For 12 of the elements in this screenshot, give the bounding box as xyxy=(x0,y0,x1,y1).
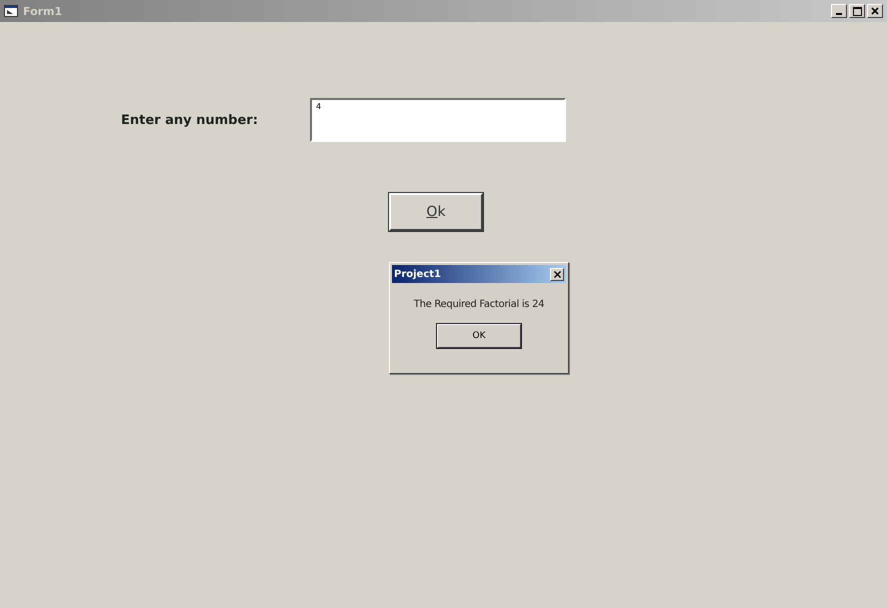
window-title: Form1 xyxy=(23,4,62,18)
close-icon xyxy=(871,7,879,15)
message-text: The Required Factorial is 24 xyxy=(414,299,544,310)
close-icon xyxy=(554,270,560,278)
app-icon xyxy=(4,5,18,17)
close-button[interactable] xyxy=(550,268,564,280)
maximize-icon xyxy=(852,6,862,16)
number-label: Enter any number: xyxy=(121,112,259,128)
dialog-title: Project1 xyxy=(394,268,442,280)
ok-button[interactable]: OK xyxy=(437,324,521,348)
ok-button[interactable]: Ok xyxy=(389,193,483,231)
number-input[interactable]: 4 xyxy=(310,98,566,142)
